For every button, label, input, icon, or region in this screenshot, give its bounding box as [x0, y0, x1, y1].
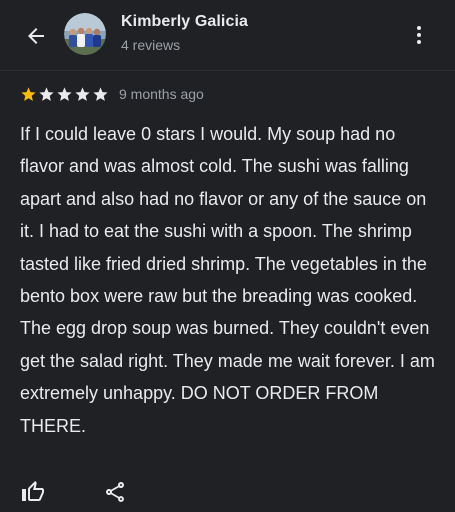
group-photo-avatar [64, 13, 106, 55]
header-divider [0, 70, 455, 71]
reviewer-name[interactable]: Kimberly Galicia [121, 13, 248, 31]
rating-row: 9 months ago [20, 84, 204, 104]
more-options-button[interactable] [404, 20, 434, 50]
share-icon [106, 482, 124, 502]
star-rating [20, 86, 109, 103]
back-button[interactable] [18, 18, 54, 54]
avatar[interactable] [64, 13, 106, 55]
review-text: If I could leave 0 stars I would. My sou… [20, 124, 435, 436]
review-time: 9 months ago [119, 86, 204, 102]
star-empty-icon [75, 86, 90, 101]
review-actions [0, 476, 455, 512]
thumbs-up-icon [22, 481, 44, 501]
like-button[interactable] [16, 476, 50, 508]
star-filled-icon [21, 86, 36, 101]
star-empty-icon [57, 86, 72, 101]
star-empty-icon [93, 86, 108, 101]
arrow-left-icon [28, 28, 44, 44]
reviewer-review-count: 4 reviews [121, 37, 181, 53]
review-header: Kimberly Galicia 4 reviews [0, 0, 455, 70]
more-vertical-icon [417, 26, 421, 44]
star-empty-icon [39, 86, 54, 101]
share-button[interactable] [98, 476, 132, 508]
